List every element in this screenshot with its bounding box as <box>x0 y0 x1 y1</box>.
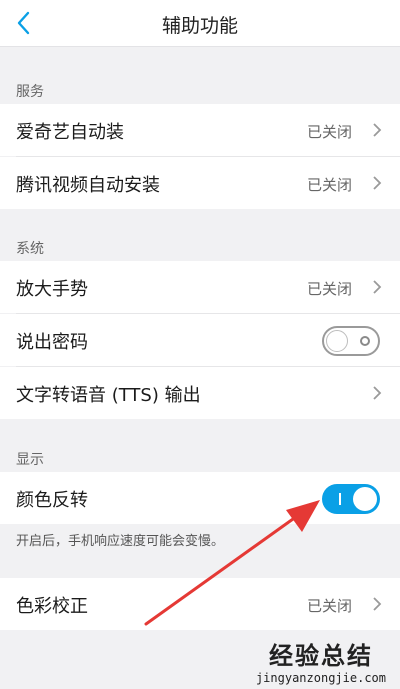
speak-passwords-toggle[interactable] <box>322 326 380 356</box>
setting-label: 色彩校正 <box>16 596 88 617</box>
toggle-on-mark <box>339 493 341 505</box>
toggle-knob <box>326 330 348 352</box>
setting-row-speak-passwords: 说出密码 <box>0 314 400 366</box>
setting-label: 说出密码 <box>16 332 88 353</box>
setting-row-color-inversion: 颜色反转 <box>0 472 400 524</box>
top-bar: 辅助功能 <box>0 0 400 47</box>
section-label-services: 服务 <box>16 84 44 100</box>
setting-row-tencent-video-auto-install[interactable]: 腾讯视频自动安装 已关闭 <box>0 157 400 209</box>
chevron-right-icon <box>373 176 382 190</box>
chevron-right-icon <box>373 597 382 611</box>
toggle-knob <box>353 487 377 511</box>
setting-row-tts-output[interactable]: 文字转语音 (TTS) 输出 <box>0 367 400 419</box>
setting-row-iqiyi-auto-install[interactable]: 爱奇艺自动装 已关闭 <box>0 104 400 156</box>
color-inversion-hint: 开启后，手机响应速度可能会变慢。 <box>16 534 225 549</box>
setting-value: 已关闭 <box>306 280 352 298</box>
page-title: 辅助功能 <box>161 15 238 37</box>
chevron-right-icon <box>373 123 382 137</box>
watermark-url: jingyanzongjie.com <box>255 671 386 685</box>
setting-value: 已关闭 <box>306 176 352 194</box>
setting-row-color-correction[interactable]: 色彩校正 已关闭 <box>0 578 400 630</box>
watermark: 经验总结 jingyanzongjie.com <box>256 636 386 685</box>
section-label-display: 显示 <box>16 452 44 468</box>
setting-label: 腾讯视频自动安装 <box>16 175 160 196</box>
setting-value: 已关闭 <box>306 597 352 615</box>
watermark-title: 经验总结 <box>268 642 373 670</box>
chevron-right-icon <box>373 280 382 294</box>
setting-label: 放大手势 <box>16 279 88 300</box>
section-label-system: 系统 <box>16 241 44 257</box>
toggle-off-mark <box>360 336 370 346</box>
setting-row-magnification-gestures[interactable]: 放大手势 已关闭 <box>0 261 400 313</box>
chevron-right-icon <box>373 386 382 400</box>
setting-label: 颜色反转 <box>16 490 88 511</box>
setting-label: 文字转语音 (TTS) 输出 <box>16 385 201 406</box>
setting-value: 已关闭 <box>306 123 352 141</box>
setting-label: 爱奇艺自动装 <box>16 122 124 143</box>
color-inversion-toggle[interactable] <box>322 484 380 514</box>
